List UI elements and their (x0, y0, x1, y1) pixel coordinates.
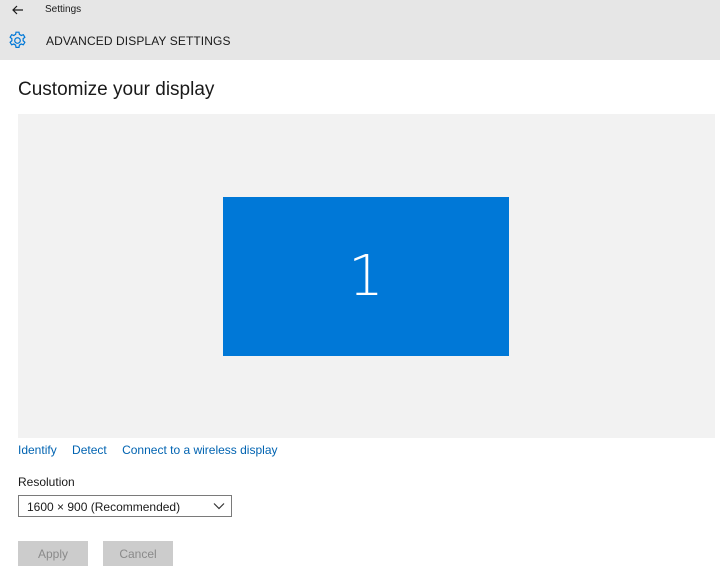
wireless-display-link[interactable]: Connect to a wireless display (122, 443, 277, 457)
chevron-down-icon (213, 503, 225, 510)
back-arrow-icon (12, 5, 23, 15)
monitor-number: 1 (348, 243, 384, 309)
apply-button[interactable]: Apply (18, 541, 88, 566)
settings-header: ADVANCED DISPLAY SETTINGS (0, 20, 720, 60)
page-header-title: ADVANCED DISPLAY SETTINGS (46, 34, 231, 48)
monitor-1-tile[interactable]: 1 (223, 197, 509, 356)
page-title: Customize your display (18, 79, 215, 100)
cancel-button[interactable]: Cancel (103, 541, 173, 566)
title-bar: Settings (0, 0, 720, 20)
display-links: Identify Detect Connect to a wireless di… (18, 443, 290, 457)
window-title: Settings (45, 4, 82, 15)
resolution-dropdown[interactable]: 1600 × 900 (Recommended) (18, 495, 232, 517)
back-button[interactable] (8, 0, 28, 20)
gear-icon (9, 31, 26, 48)
detect-link[interactable]: Detect (72, 443, 107, 457)
resolution-label: Resolution (18, 475, 75, 489)
display-arrangement-area: 1 (18, 114, 715, 438)
resolution-value: 1600 × 900 (Recommended) (27, 500, 181, 514)
identify-link[interactable]: Identify (18, 443, 57, 457)
